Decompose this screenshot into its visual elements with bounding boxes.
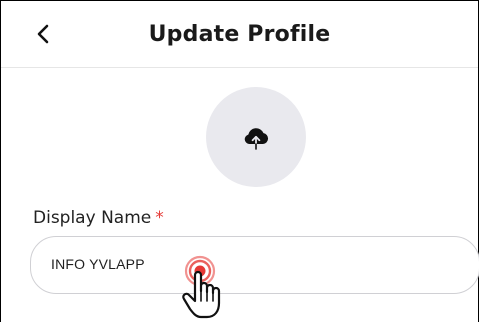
display-name-input[interactable]: INFO YVLAPP [30, 236, 479, 294]
required-asterisk: * [155, 208, 164, 228]
avatar-upload-button[interactable] [206, 87, 306, 187]
app-screen: Update Profile Display Name * INFO YVLAPP [0, 0, 479, 322]
page-title: Update Profile [148, 22, 331, 47]
top-bar: Update Profile [1, 1, 478, 68]
display-name-label-text: Display Name [33, 208, 152, 228]
display-name-value: INFO YVLAPP [51, 256, 145, 272]
cloud-upload-icon [244, 128, 269, 150]
display-name-label: Display Name * [33, 208, 164, 228]
